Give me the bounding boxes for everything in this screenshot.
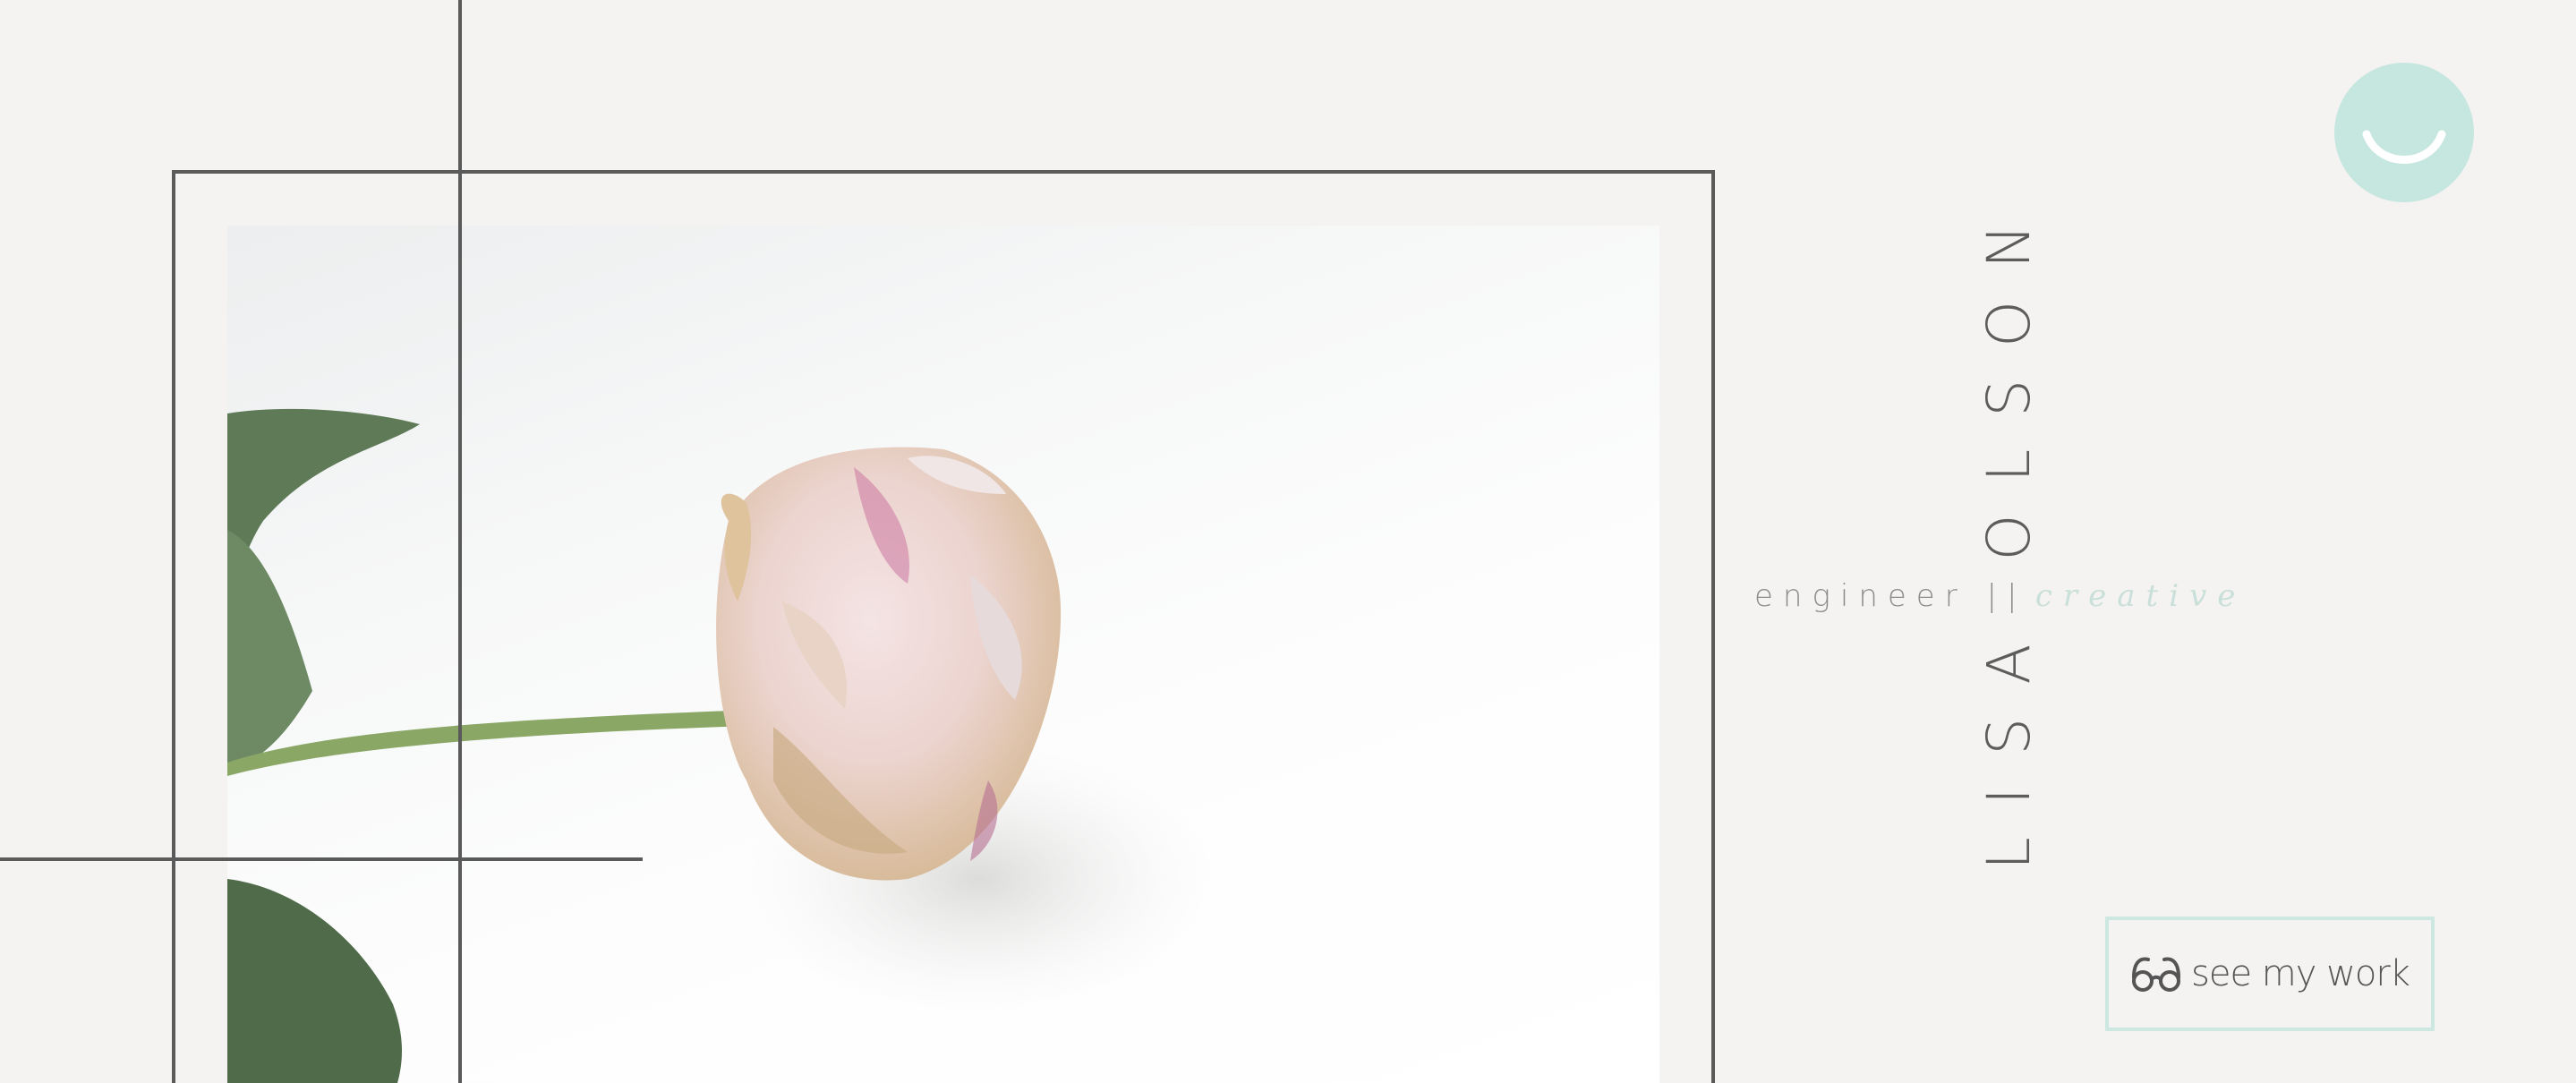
see-my-work-label: see my work [2191,953,2410,994]
tagline-primary: engineer || [1754,578,2027,614]
smiley-icon[interactable] [2334,63,2474,202]
decorative-horizontal-line [0,857,643,861]
decorative-vertical-line [458,0,462,1083]
tagline-accent: creative [2034,578,2247,614]
see-my-work-button[interactable]: see my work [2105,917,2435,1031]
profile-name: LISA OLSON [1975,192,2043,870]
landing-page: LISA OLSON engineer || creative see my w… [0,0,2576,1083]
peony-illustration [227,408,1212,1083]
glasses-icon [2132,957,2181,992]
tagline: engineer || creative [1754,578,2246,614]
hero-photo [227,226,1659,1083]
